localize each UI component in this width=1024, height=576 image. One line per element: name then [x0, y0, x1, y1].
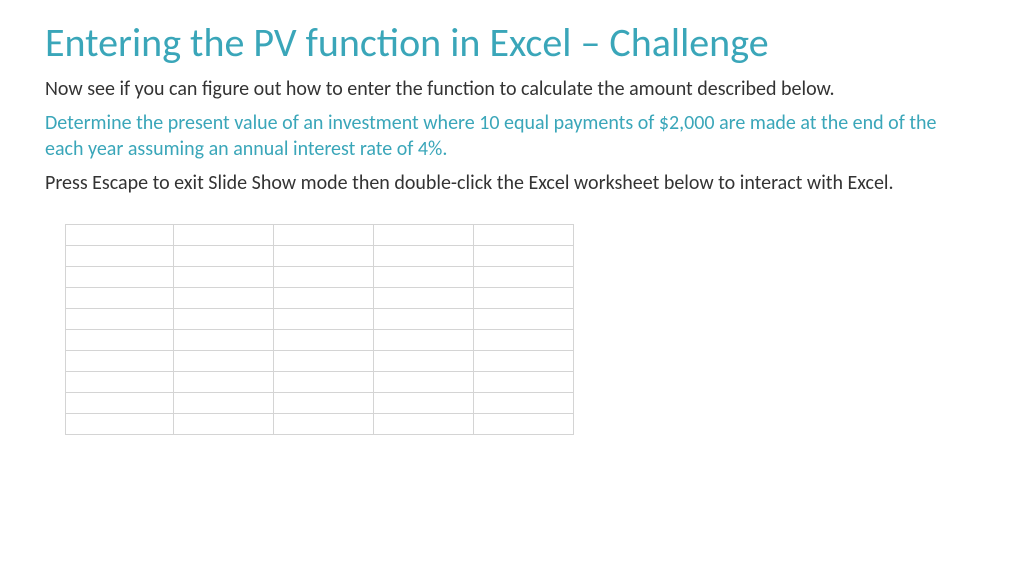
worksheet-cell[interactable]: [66, 288, 174, 309]
worksheet-row: [66, 288, 574, 309]
worksheet-row: [66, 246, 574, 267]
worksheet-cell[interactable]: [474, 225, 574, 246]
worksheet-cell[interactable]: [474, 414, 574, 435]
worksheet-cell[interactable]: [66, 372, 174, 393]
worksheet-row: [66, 309, 574, 330]
worksheet-cell[interactable]: [474, 246, 574, 267]
worksheet-cell[interactable]: [374, 267, 474, 288]
worksheet-cell[interactable]: [174, 225, 274, 246]
worksheet-cell[interactable]: [274, 372, 374, 393]
worksheet-cell[interactable]: [474, 372, 574, 393]
worksheet-cell[interactable]: [374, 309, 474, 330]
worksheet-cell[interactable]: [174, 372, 274, 393]
worksheet-cell[interactable]: [174, 309, 274, 330]
worksheet-grid[interactable]: [65, 224, 574, 435]
worksheet-cell[interactable]: [174, 351, 274, 372]
worksheet-cell[interactable]: [274, 414, 374, 435]
worksheet-cell[interactable]: [374, 372, 474, 393]
worksheet-cell[interactable]: [474, 351, 574, 372]
worksheet-cell[interactable]: [474, 288, 574, 309]
worksheet-row: [66, 372, 574, 393]
worksheet-row: [66, 393, 574, 414]
worksheet-cell[interactable]: [474, 393, 574, 414]
worksheet-row: [66, 225, 574, 246]
worksheet-cell[interactable]: [174, 393, 274, 414]
worksheet-cell[interactable]: [374, 351, 474, 372]
worksheet-cell[interactable]: [274, 351, 374, 372]
embedded-worksheet[interactable]: [65, 224, 979, 435]
worksheet-cell[interactable]: [374, 246, 474, 267]
worksheet-cell[interactable]: [374, 288, 474, 309]
worksheet-cell[interactable]: [374, 414, 474, 435]
worksheet-cell[interactable]: [474, 330, 574, 351]
worksheet-cell[interactable]: [174, 330, 274, 351]
slide-title: Entering the PV function in Excel – Chal…: [45, 20, 979, 66]
worksheet-cell[interactable]: [66, 414, 174, 435]
worksheet-cell[interactable]: [66, 351, 174, 372]
worksheet-cell[interactable]: [274, 225, 374, 246]
worksheet-row: [66, 414, 574, 435]
worksheet-cell[interactable]: [474, 267, 574, 288]
instruction-paragraph: Press Escape to exit Slide Show mode the…: [45, 170, 979, 196]
worksheet-cell[interactable]: [374, 330, 474, 351]
worksheet-cell[interactable]: [66, 225, 174, 246]
worksheet-cell[interactable]: [66, 246, 174, 267]
worksheet-cell[interactable]: [174, 246, 274, 267]
worksheet-row: [66, 351, 574, 372]
worksheet-cell[interactable]: [274, 393, 374, 414]
worksheet-cell[interactable]: [274, 330, 374, 351]
worksheet-cell[interactable]: [374, 225, 474, 246]
worksheet-cell[interactable]: [274, 246, 374, 267]
worksheet-cell[interactable]: [374, 393, 474, 414]
worksheet-cell[interactable]: [274, 267, 374, 288]
worksheet-cell[interactable]: [174, 267, 274, 288]
worksheet-cell[interactable]: [66, 267, 174, 288]
worksheet-cell[interactable]: [66, 330, 174, 351]
worksheet-cell[interactable]: [474, 309, 574, 330]
worksheet-cell[interactable]: [174, 288, 274, 309]
worksheet-cell[interactable]: [66, 309, 174, 330]
problem-statement: Determine the present value of an invest…: [45, 110, 979, 162]
worksheet-cell[interactable]: [66, 393, 174, 414]
worksheet-cell[interactable]: [274, 288, 374, 309]
worksheet-cell[interactable]: [274, 309, 374, 330]
worksheet-cell[interactable]: [174, 414, 274, 435]
worksheet-row: [66, 330, 574, 351]
worksheet-row: [66, 267, 574, 288]
intro-paragraph: Now see if you can figure out how to ent…: [45, 76, 979, 102]
